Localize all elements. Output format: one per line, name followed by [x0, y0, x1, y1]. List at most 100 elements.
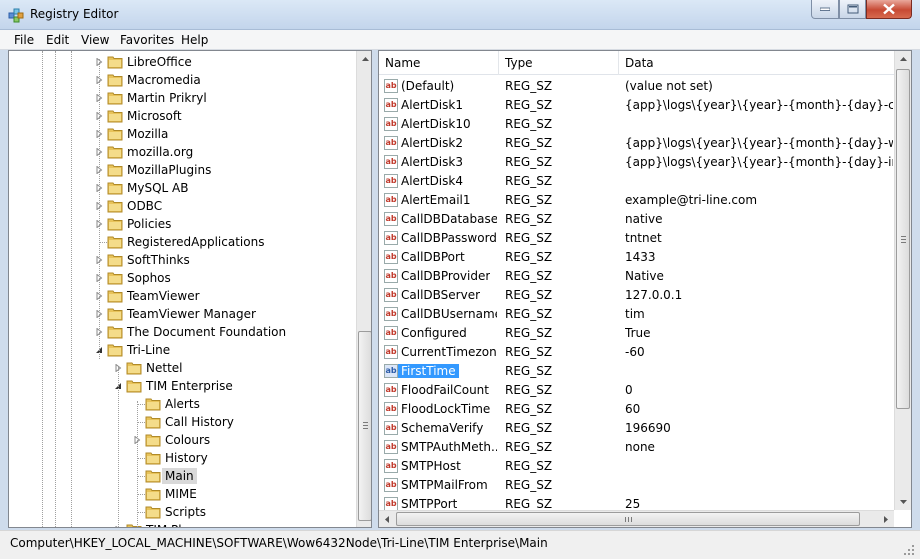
value-row[interactable]: ab CallDBDatabase REG_SZ native: [379, 210, 894, 229]
value-row[interactable]: ab AlertDisk4 REG_SZ: [379, 172, 894, 191]
string-value-icon: ab: [384, 421, 398, 435]
value-name: CallDBServer: [401, 288, 481, 302]
value-row[interactable]: ab SchemaVerify REG_SZ 196690: [379, 419, 894, 438]
tree-item-label: Alerts: [165, 397, 200, 411]
tree-item[interactable]: Sophos: [9, 269, 354, 287]
value-row[interactable]: ab AlertDisk3 REG_SZ {app}\logs\{year}\{yea…: [379, 153, 894, 172]
value-row[interactable]: ab AlertDisk10 REG_SZ: [379, 115, 894, 134]
tree-item[interactable]: ODBC: [9, 197, 354, 215]
menu-file[interactable]: File: [14, 33, 34, 47]
list-horizontal-scrollbar[interactable]: [379, 510, 894, 527]
value-row[interactable]: ab FloodLockTime REG_SZ 60: [379, 400, 894, 419]
tree-item-label: Microsoft: [127, 109, 182, 123]
tree-item[interactable]: RegisteredApplications: [9, 233, 354, 251]
value-type: REG_SZ: [505, 155, 553, 169]
list-hscroll-thumb[interactable]: [396, 512, 860, 526]
registry-tree[interactable]: LibreOffice Macromedia Martin Prikryl Micro…: [8, 50, 372, 528]
tree-item[interactable]: TeamViewer Manager: [9, 305, 354, 323]
string-value-icon: ab: [384, 193, 398, 207]
list-scroll-up-button[interactable]: [895, 51, 911, 68]
svg-text:ab: ab: [386, 309, 397, 318]
tree-guide-line: [42, 51, 43, 527]
value-row[interactable]: ab CallDBProvider REG_SZ Native: [379, 267, 894, 286]
list-header: Name Type Data: [379, 51, 894, 75]
value-row[interactable]: ab FirstTime REG_SZ: [379, 362, 894, 381]
tree-item[interactable]: Scripts: [9, 503, 354, 521]
tree-item[interactable]: Macromedia: [9, 71, 354, 89]
tree-item[interactable]: Colours: [9, 431, 354, 449]
value-row[interactable]: ab CallDBPassword REG_SZ tntnet: [379, 229, 894, 248]
value-row[interactable]: ab SMTPHost REG_SZ: [379, 457, 894, 476]
column-header-data[interactable]: Data: [619, 51, 894, 75]
value-data: {app}\logs\{year}\{year}-{month}-{day}-c…: [625, 98, 893, 112]
column-header-type[interactable]: Type: [499, 51, 619, 75]
list-vscroll-thumb[interactable]: [896, 69, 910, 409]
menu-help[interactable]: Help: [181, 33, 208, 47]
value-row[interactable]: ab Configured REG_SZ True: [379, 324, 894, 343]
svg-text:ab: ab: [386, 423, 397, 432]
value-name: SMTPAuthMeth...: [401, 440, 497, 454]
menu-favorites[interactable]: Favorites: [120, 33, 174, 47]
folder-icon: [126, 524, 142, 527]
value-name: SMTPHost: [401, 459, 461, 473]
close-button[interactable]: [866, 0, 912, 19]
tree-item[interactable]: Tri-Line: [9, 341, 354, 359]
tree-item-label: Scripts: [165, 505, 207, 519]
tree-item[interactable]: TIM Enterprise: [9, 377, 354, 395]
value-row[interactable]: ab CurrentTimezone REG_SZ -60: [379, 343, 894, 362]
value-data: 1433: [625, 250, 656, 264]
tree-item[interactable]: SoftThinks: [9, 251, 354, 269]
list-vertical-scrollbar[interactable]: [894, 51, 911, 510]
list-scroll-down-button[interactable]: [895, 493, 911, 510]
minimize-button[interactable]: [811, 0, 839, 19]
tree-scroll-up-button[interactable]: [357, 51, 371, 68]
tree-item[interactable]: Microsoft: [9, 107, 354, 125]
maximize-button[interactable]: [839, 0, 866, 19]
resize-grip-icon[interactable]: [902, 543, 916, 557]
tree-item[interactable]: MIME: [9, 485, 354, 503]
list-scroll-left-button[interactable]: [379, 511, 396, 527]
tree-item[interactable]: Martin Prikryl: [9, 89, 354, 107]
value-name: AlertDisk3: [401, 155, 463, 169]
svg-text:ab: ab: [386, 366, 397, 375]
value-data: Native: [625, 269, 664, 283]
column-header-name[interactable]: Name: [379, 51, 499, 75]
value-data: 25: [625, 497, 641, 511]
tree-item[interactable]: MozillaPlugins: [9, 161, 354, 179]
value-row[interactable]: ab SMTPMailFrom REG_SZ: [379, 476, 894, 495]
tree-item[interactable]: LibreOffice: [9, 53, 354, 71]
tree-item[interactable]: Main: [9, 467, 354, 485]
tree-item[interactable]: Mozilla: [9, 125, 354, 143]
tree-item[interactable]: The Document Foundation: [9, 323, 354, 341]
value-row[interactable]: ab (Default) REG_SZ (value not set): [379, 77, 894, 96]
value-row[interactable]: ab CallDBUsername REG_SZ tim: [379, 305, 894, 324]
tree-item[interactable]: Nettel: [9, 359, 354, 377]
value-row[interactable]: ab AlertDisk1 REG_SZ {app}\logs\{year}\{yea…: [379, 96, 894, 115]
values-list[interactable]: Name Type Data ab (Default) REG_SZ (value n…: [378, 50, 912, 528]
tree-item[interactable]: History: [9, 449, 354, 467]
menu-view[interactable]: View: [81, 33, 109, 47]
value-name: SMTPPort: [401, 497, 458, 511]
value-row[interactable]: ab AlertEmail1 REG_SZ example@tri-line.com: [379, 191, 894, 210]
tree-scroll-thumb[interactable]: [358, 331, 371, 521]
tree-item[interactable]: MySQL AB: [9, 179, 354, 197]
value-type: REG_SZ: [505, 383, 553, 397]
menu-edit[interactable]: Edit: [46, 33, 69, 47]
tree-item[interactable]: TeamViewer: [9, 287, 354, 305]
value-row[interactable]: ab SMTPAuthMeth... REG_SZ none: [379, 438, 894, 457]
value-row[interactable]: ab CallDBServer REG_SZ 127.0.0.1: [379, 286, 894, 305]
string-value-icon: ab: [384, 383, 398, 397]
folder-icon: [107, 254, 123, 267]
value-row[interactable]: ab CallDBPort REG_SZ 1433: [379, 248, 894, 267]
tree-item[interactable]: Alerts: [9, 395, 354, 413]
value-row[interactable]: ab AlertDisk2 REG_SZ {app}\logs\{year}\{yea…: [379, 134, 894, 153]
folder-icon: [107, 182, 123, 195]
tree-item[interactable]: Policies: [9, 215, 354, 233]
tree-scrollbar[interactable]: [356, 51, 371, 527]
tree-item[interactable]: mozilla.org: [9, 143, 354, 161]
tree-item[interactable]: TIM Plus: [9, 521, 354, 527]
list-scroll-right-button[interactable]: [877, 511, 894, 527]
tree-item[interactable]: Call History: [9, 413, 354, 431]
value-row[interactable]: ab FloodFailCount REG_SZ 0: [379, 381, 894, 400]
value-name: AlertDisk4: [401, 174, 463, 188]
